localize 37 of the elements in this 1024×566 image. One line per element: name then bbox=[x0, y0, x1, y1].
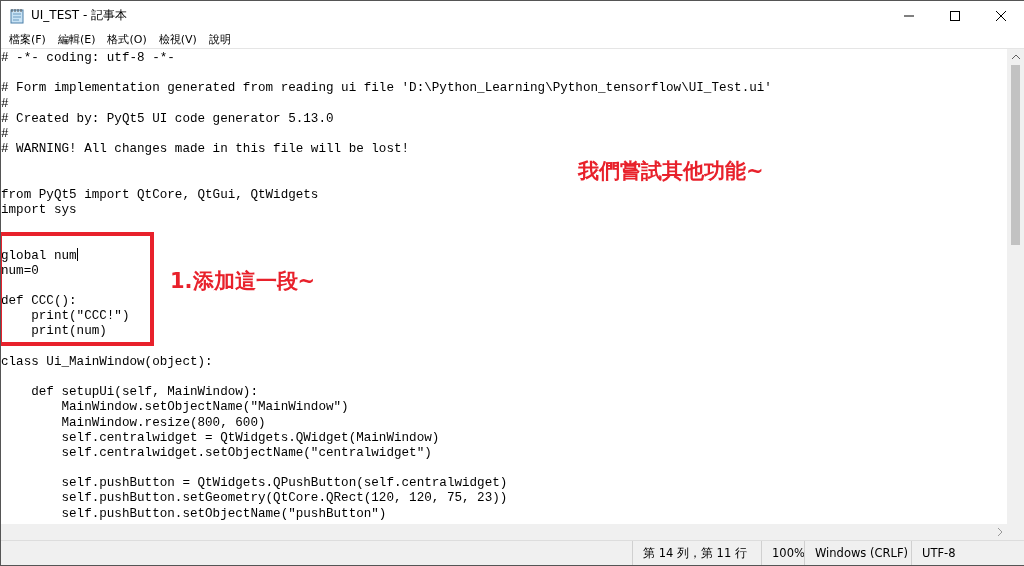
code-line: self.pushButton.setObjectName("pushButton") bbox=[60, 506, 388, 522]
notepad-icon bbox=[9, 7, 25, 24]
code-line: self.pushButton.setGeometry(QtCore.QRect(120, 120, 75, 23)) bbox=[60, 491, 509, 507]
encoding-label: UTF-8 bbox=[911, 541, 1024, 565]
code-line: MainWindow.setObjectName("MainWindow") bbox=[60, 400, 350, 416]
scrollbar-thumb[interactable] bbox=[1011, 65, 1020, 245]
code-line: from PyQt5 import QtCore, QtGui, QtWidgets bbox=[1, 187, 320, 203]
code-line: # -*- coding: utf-8 -*- bbox=[1, 51, 176, 67]
vertical-scrollbar[interactable] bbox=[1007, 49, 1024, 524]
code-line: num=0 bbox=[1, 263, 40, 279]
window-title: UI_TEST - 記事本 bbox=[31, 7, 128, 24]
code-line: global num bbox=[1, 248, 79, 264]
line-ending: Windows (CRLF) bbox=[804, 541, 911, 565]
code-line: print(num) bbox=[30, 324, 108, 340]
code-line: print("CCC!") bbox=[30, 309, 131, 325]
code-line: # WARNING! All changes made in this file will be lost! bbox=[1, 142, 411, 158]
horizontal-scrollbar[interactable] bbox=[1, 524, 1024, 540]
code-line: # Created by: PyQt5 UI code generator 5.13.0 bbox=[1, 111, 335, 127]
scroll-up-icon[interactable] bbox=[1010, 54, 1021, 60]
cursor-position: 第 14 列，第 11 行 bbox=[632, 541, 761, 565]
code-line: def setupUi(self, MainWindow): bbox=[30, 385, 259, 401]
code-line: def CCC(): bbox=[1, 294, 78, 310]
scroll-right-icon[interactable] bbox=[997, 527, 1003, 537]
code-line: self.pushButton = QtWidgets.QPushButton(self.centralwidget) bbox=[60, 476, 509, 492]
code-line: # Form implementation generated from reading ui file 'D:\Python_Learning\Python_tensorflow\UI_Test.ui' bbox=[1, 81, 773, 97]
zoom-level: 100% bbox=[761, 541, 804, 565]
code-line: # bbox=[1, 96, 10, 112]
code-line: self.centralwidget = QtWidgets.QWidget(MainWindow) bbox=[60, 430, 441, 446]
code-line: class Ui_MainWindow(object): bbox=[1, 354, 214, 370]
code-line: self.centralwidget.setObjectName("centralwidget") bbox=[60, 445, 433, 462]
annotation-text: 1.添加這一段~ bbox=[170, 268, 316, 295]
close-icon bbox=[996, 10, 1006, 21]
maximize-icon bbox=[950, 10, 960, 21]
code-line: import sys bbox=[1, 202, 78, 219]
code-line: # bbox=[1, 126, 10, 143]
annotation-text: 我們嘗試其他功能~ bbox=[578, 158, 764, 185]
code-line: MainWindow.resize(800, 600) bbox=[60, 415, 267, 431]
